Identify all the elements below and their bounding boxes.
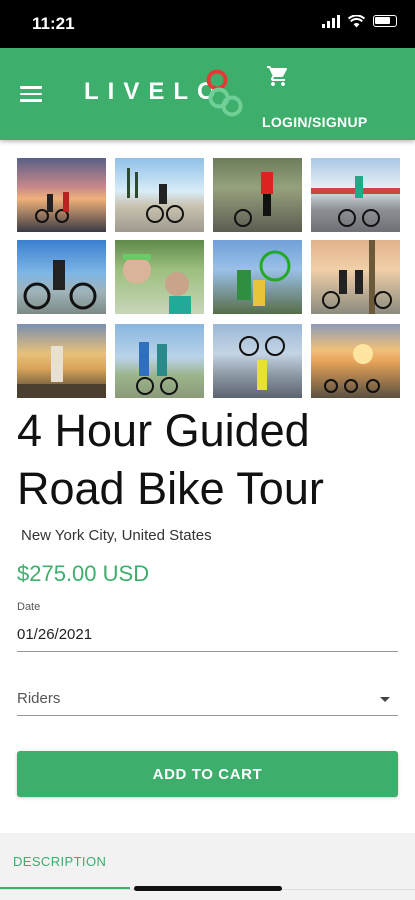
home-indicator[interactable]: [134, 886, 282, 891]
shopping-cart-icon[interactable]: [266, 64, 290, 88]
date-label: Date: [17, 601, 41, 613]
status-icons: [322, 14, 397, 28]
wifi-icon: [348, 14, 365, 27]
gallery-photo-7[interactable]: [213, 240, 302, 314]
gallery-photo-5[interactable]: [17, 240, 106, 314]
tab-description[interactable]: DESCRIPTION: [13, 854, 106, 869]
add-to-cart-button[interactable]: ADD TO CART: [17, 751, 398, 797]
gallery-photo-11[interactable]: [213, 324, 302, 398]
gallery-photo-9[interactable]: [17, 324, 106, 398]
date-field[interactable]: 01/26/2021: [17, 626, 92, 643]
brand-logo[interactable]: LIVELO: [84, 78, 225, 106]
tour-title: 4 Hour Guided Road Bike Tour: [17, 405, 324, 514]
riders-placeholder: Riders: [17, 690, 61, 707]
gallery-photo-2[interactable]: [115, 158, 204, 232]
riders-select-underline: [17, 715, 398, 716]
hamburger-menu-icon[interactable]: [20, 86, 42, 102]
gallery-photo-3[interactable]: [213, 158, 302, 232]
tour-location: New York City, United States: [21, 527, 212, 544]
riders-select[interactable]: Riders: [17, 688, 398, 714]
tour-price: $275.00 USD: [17, 561, 150, 586]
battery-icon: [373, 15, 397, 27]
gallery-photo-6[interactable]: [115, 240, 204, 314]
app-header: LIVELO LOGIN/SIGNUP: [0, 48, 415, 140]
logo-rings-icon: [206, 69, 243, 117]
gallery-photo-1[interactable]: [17, 158, 106, 232]
status-bar: 11:21: [0, 0, 415, 48]
cellular-signal-icon: [322, 14, 340, 28]
status-time: 11:21: [32, 14, 75, 33]
gallery-photo-8[interactable]: [311, 240, 400, 314]
gallery-photo-12[interactable]: [311, 324, 400, 398]
gallery-photo-10[interactable]: [115, 324, 204, 398]
login-signup-link[interactable]: LOGIN/SIGNUP: [262, 114, 368, 130]
date-field-underline: [17, 651, 398, 652]
photo-gallery: [17, 158, 400, 398]
gallery-photo-4[interactable]: [311, 158, 400, 232]
caret-down-icon: [380, 697, 390, 702]
